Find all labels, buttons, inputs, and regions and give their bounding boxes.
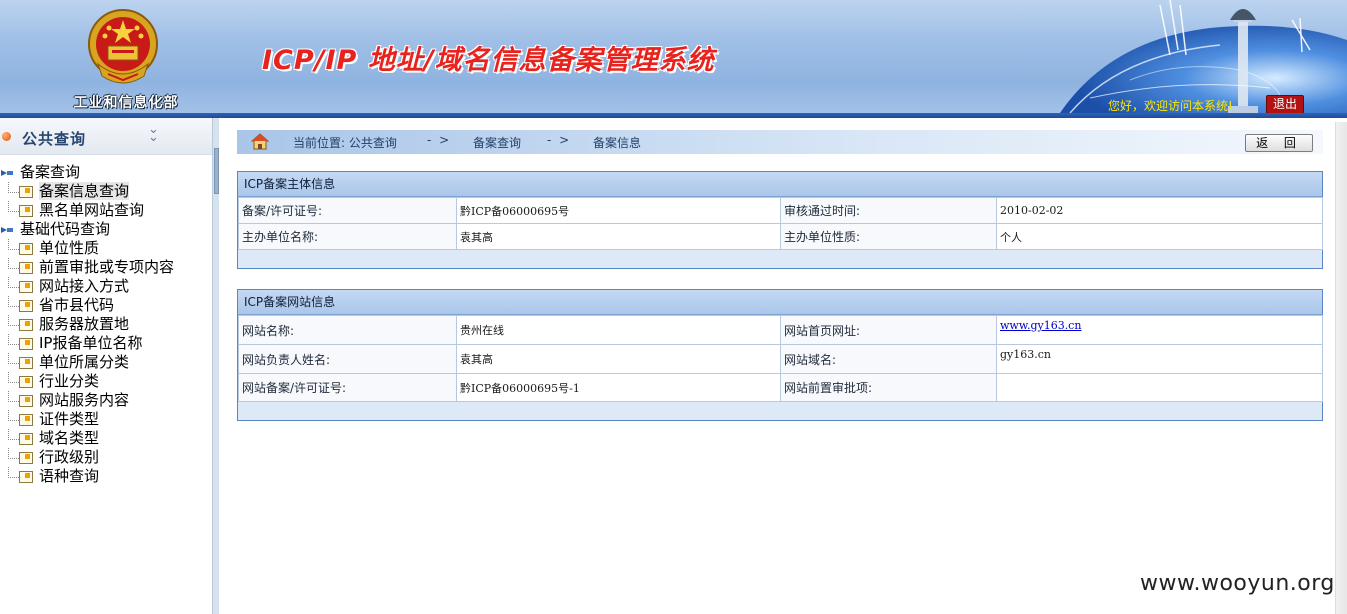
document-icon (19, 319, 33, 331)
tree-group-basic-code-query[interactable]: 基础代码查询 (0, 220, 210, 239)
bullet-icon (2, 132, 11, 141)
tree-item[interactable]: 省市县代码 (0, 296, 210, 315)
label-organizer-type: 主办单位性质: (780, 223, 997, 250)
document-icon (19, 395, 33, 407)
value-pre-approval (996, 373, 1323, 402)
home-icon[interactable] (251, 133, 269, 151)
greeting-text: 您好，欢迎访问本系统! (1108, 99, 1233, 113)
tree-item[interactable]: 语种查询 (0, 467, 210, 486)
label-license-number: 备案/许可证号: (238, 197, 457, 224)
label-pre-approval: 网站前置审批项: (780, 373, 997, 402)
label-site-domain: 网站域名: (780, 344, 997, 374)
breadcrumb-separator: - > (547, 133, 572, 147)
value-site-name: 贵州在线 (456, 315, 781, 345)
breadcrumb: 当前位置: 公共查询 - > 备案查询 - > 备案信息 (237, 130, 1323, 154)
label-site-owner: 网站负责人姓名: (238, 344, 457, 374)
tree-item[interactable]: 证件类型 (0, 410, 210, 429)
document-icon (19, 452, 33, 464)
table-row: 网站名称: 贵州在线 网站首页网址: www.gy163.cn (238, 315, 1323, 345)
document-icon (19, 433, 33, 445)
vertical-scrollbar[interactable] (1335, 122, 1347, 614)
value-site-domain: gy163.cn (996, 344, 1323, 374)
homepage-url-link[interactable]: www.gy163.cn (1000, 319, 1081, 332)
logout-button[interactable]: 退出 (1266, 95, 1304, 114)
tree-item[interactable]: 前置审批或专项内容 (0, 258, 210, 277)
tree-item-filing-info-query[interactable]: 备案信息查询 (0, 182, 210, 201)
value-approval-date: 2010-02-02 (996, 197, 1323, 224)
document-icon (19, 471, 33, 483)
breadcrumb-current-location: 当前位置: 公共查询 (293, 136, 397, 150)
tree-item[interactable]: 单位所属分类 (0, 353, 210, 372)
sidebar-title: 公共查询 (22, 130, 87, 148)
panel-footer (238, 402, 1322, 420)
label-site-name: 网站名称: (238, 315, 457, 345)
label-site-license: 网站备案/许可证号: (238, 373, 457, 402)
table-row: 备案/许可证号: 黔ICP备06000695号 审核通过时间: 2010-02-… (238, 197, 1323, 224)
national-emblem-icon (88, 9, 158, 84)
label-organizer-name: 主办单位名称: (238, 223, 457, 250)
subject-table: 备案/许可证号: 黔ICP备06000695号 审核通过时间: 2010-02-… (238, 197, 1323, 250)
table-row: 网站负责人姓名: 袁其高 网站域名: gy163.cn (238, 344, 1323, 374)
collapse-chevron-icon[interactable]: ⌄ ⌄ (148, 123, 159, 144)
tree-item[interactable]: 网站服务内容 (0, 391, 210, 410)
panel-title: ICP备案主体信息 (238, 172, 1322, 197)
document-icon (19, 205, 33, 217)
panel-title: ICP备案网站信息 (238, 290, 1322, 315)
tree-group-filing-query[interactable]: 备案查询 (0, 163, 210, 182)
panel-footer (238, 250, 1322, 268)
sidebar: 公共查询 ⌄ ⌄ 备案查询 备案信息查询 黑名单网站查询 基础代码查询 单位性质 … (0, 118, 213, 614)
tree-item-blacklist-query[interactable]: 黑名单网站查询 (0, 201, 210, 220)
value-site-owner: 袁其高 (456, 344, 781, 374)
app-header: 工业和信息化部 ICP/IP 地址/域名信息备案管理系统 您好，欢迎访问本系统!… (0, 0, 1347, 118)
breadcrumb-level-filing-info: 备案信息 (593, 136, 642, 150)
ministry-name: 工业和信息化部 (73, 95, 179, 111)
tree-item[interactable]: 行业分类 (0, 372, 210, 391)
document-icon (19, 338, 33, 350)
document-icon (19, 300, 33, 312)
tree-item[interactable]: 服务器放置地 (0, 315, 210, 334)
document-icon (19, 281, 33, 293)
tree-item[interactable]: IP报备单位名称 (0, 334, 210, 353)
label-approval-date: 审核通过时间: (780, 197, 997, 224)
document-icon (19, 414, 33, 426)
watermark: www.wooyun.org (1140, 571, 1335, 596)
tree-item[interactable]: 单位性质 (0, 239, 210, 258)
value-homepage-url: www.gy163.cn (996, 315, 1323, 345)
icp-website-panel: ICP备案网站信息 网站名称: 贵州在线 网站首页网址: www.gy163.c… (237, 289, 1323, 421)
back-button[interactable]: 返 回 (1245, 134, 1313, 152)
tree-item[interactable]: 域名类型 (0, 429, 210, 448)
label-homepage-url: 网站首页网址: (780, 315, 997, 345)
nav-tree: 备案查询 备案信息查询 黑名单网站查询 基础代码查询 单位性质 前置审批或专项内… (0, 163, 210, 486)
document-icon (19, 376, 33, 388)
table-row: 网站备案/许可证号: 黔ICP备06000695号-1 网站前置审批项: (238, 373, 1323, 402)
value-site-license: 黔ICP备06000695号-1 (456, 373, 781, 402)
folder-arrow-icon (1, 227, 13, 233)
tree-item[interactable]: 行政级别 (0, 448, 210, 467)
document-icon (19, 357, 33, 369)
value-license-number: 黔ICP备06000695号 (456, 197, 781, 224)
document-icon (19, 243, 33, 255)
breadcrumb-level-filing-query[interactable]: 备案查询 (473, 134, 521, 151)
breadcrumb-separator: - > (427, 133, 452, 147)
tree-item[interactable]: 网站接入方式 (0, 277, 210, 296)
sidebar-header[interactable]: 公共查询 ⌄ ⌄ (0, 118, 212, 155)
document-icon (19, 262, 33, 274)
document-icon (19, 186, 33, 198)
value-organizer-name: 袁其高 (456, 223, 781, 250)
website-table: 网站名称: 贵州在线 网站首页网址: www.gy163.cn 网站负责人姓名:… (238, 315, 1323, 402)
sidebar-splitter[interactable] (212, 118, 219, 614)
table-row: 主办单位名称: 袁其高 主办单位性质: 个人 (238, 223, 1323, 250)
system-title: ICP/IP 地址/域名信息备案管理系统 (262, 45, 715, 76)
folder-arrow-icon (1, 170, 13, 176)
icp-subject-panel: ICP备案主体信息 备案/许可证号: 黔ICP备06000695号 审核通过时间… (237, 171, 1323, 269)
value-organizer-type: 个人 (996, 223, 1323, 250)
